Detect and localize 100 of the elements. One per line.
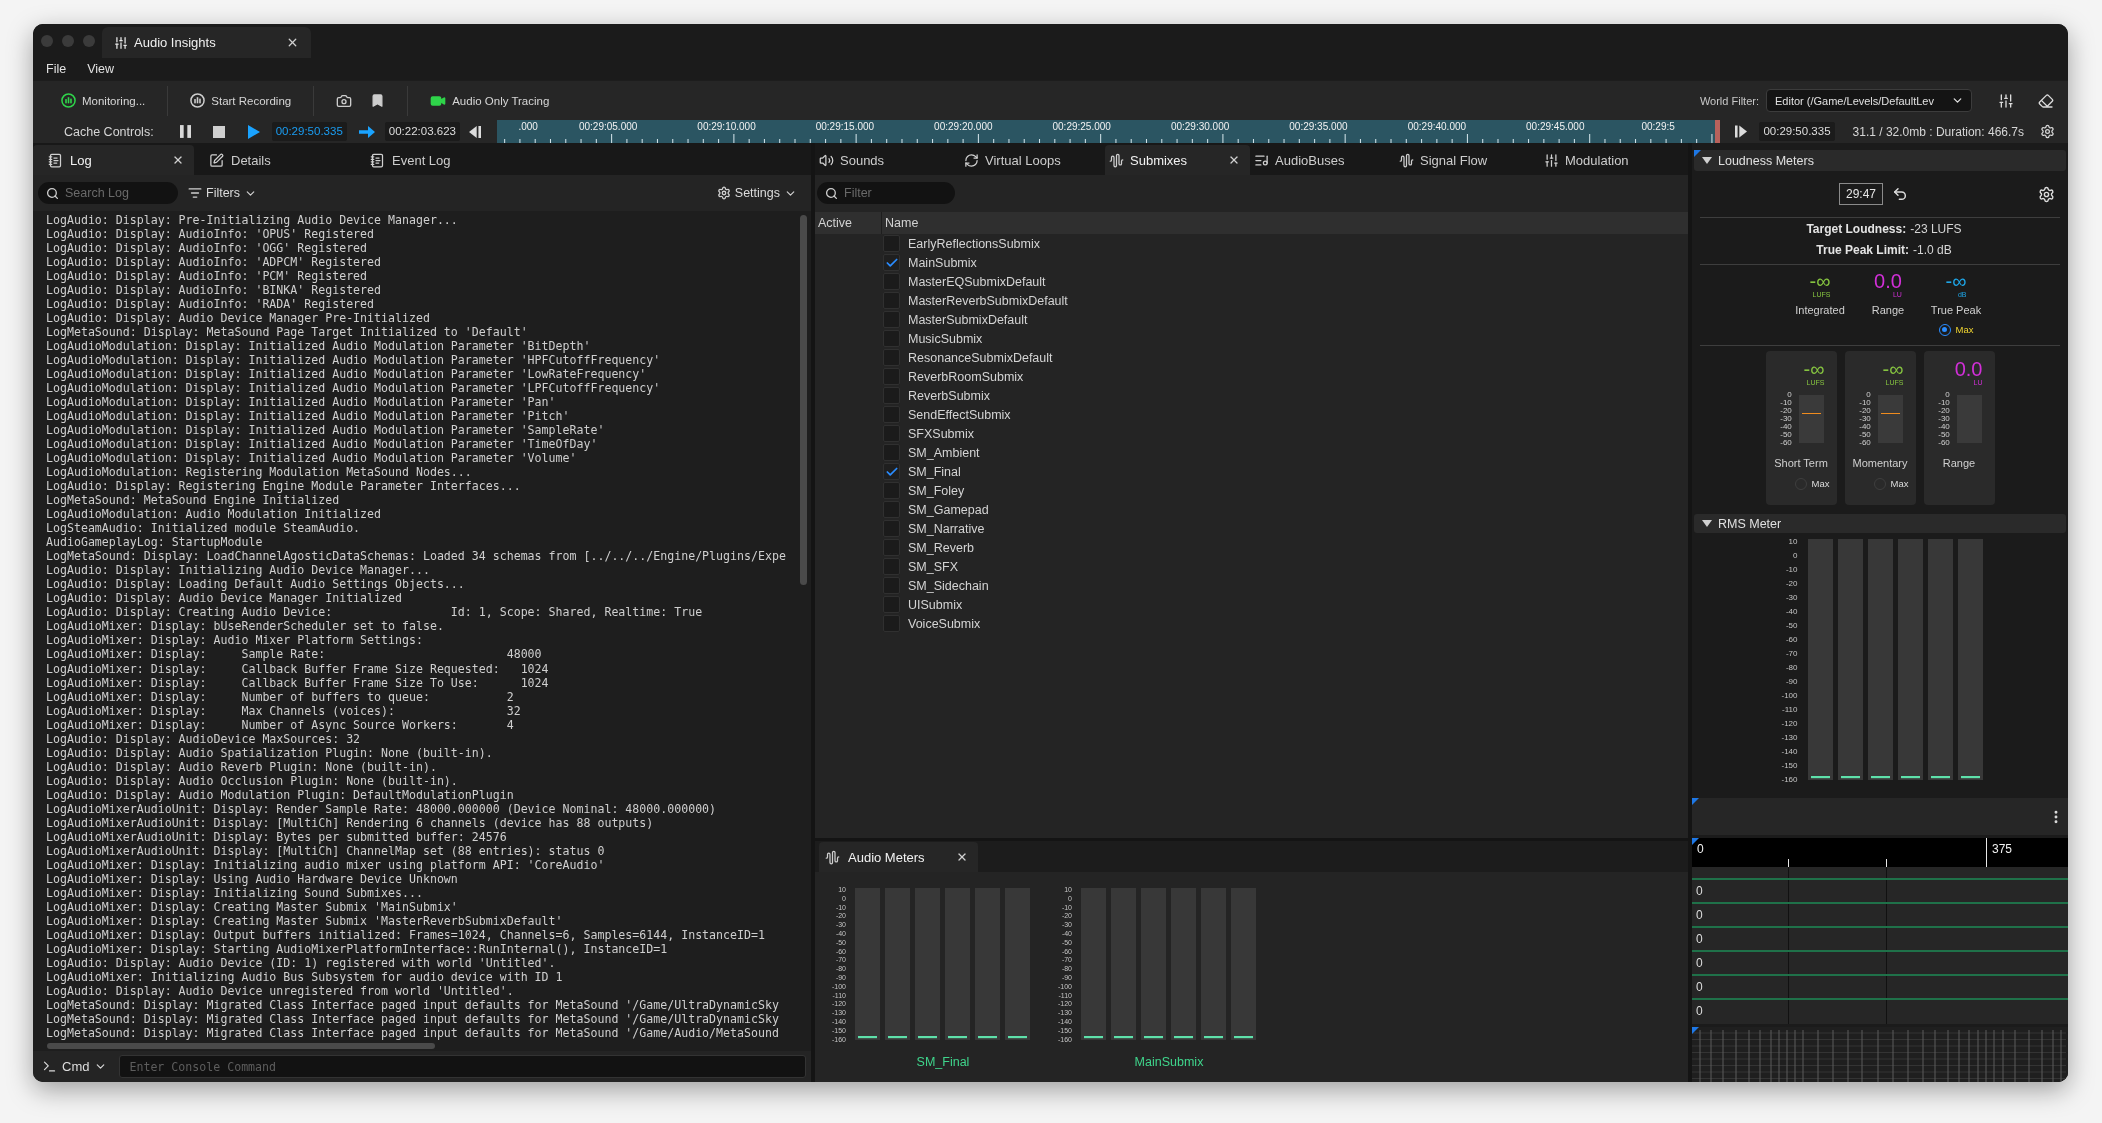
loudness-value: -∞ xyxy=(1809,270,1831,291)
log-line: LogAudio: Display: AudioInfo: 'ADPCM' Registered xyxy=(46,255,382,270)
search-field[interactable]: Search Log xyxy=(38,182,178,204)
settings-button[interactable]: Settings xyxy=(716,186,797,200)
record-button[interactable]: Start Recording xyxy=(190,93,292,108)
panel-tab[interactable]: Submixes xyxy=(1105,145,1250,175)
tracing-button[interactable]: Audio Only Tracing xyxy=(430,92,550,109)
panel-tab[interactable]: Audio Meters xyxy=(819,842,978,872)
scale-label: -50 xyxy=(1785,620,1798,632)
playlist-icon xyxy=(1254,152,1269,168)
column-header[interactable]: Active xyxy=(815,212,882,234)
panel-tab[interactable]: Virtual Loops xyxy=(960,145,1105,175)
close-icon[interactable] xyxy=(172,154,184,166)
log-line: LogMetaSound: Display: Migrated Class Interface paged input defaults for MetaSound '/Game/UltraDynamicSky xyxy=(46,997,779,1012)
notepad-icon xyxy=(48,152,63,168)
scale-label: -10 xyxy=(1780,399,1792,407)
scale-label: -50 xyxy=(1938,431,1950,439)
log-line: LogAudioModulation: Display: Initialized Audio Modulation Parameter 'Volume' xyxy=(46,451,577,466)
panel-tab[interactable]: Event Log xyxy=(355,145,516,175)
scrollbar[interactable] xyxy=(800,215,807,585)
sliders-icon[interactable] xyxy=(1998,92,2014,109)
time-label: 00:29:35.000 xyxy=(1289,121,1348,133)
step-forward-icon[interactable] xyxy=(1735,125,1748,138)
playhead-marker[interactable] xyxy=(1715,120,1721,143)
graph-value: 0 xyxy=(1696,956,1703,970)
close-icon[interactable] xyxy=(956,851,968,863)
world-filter-dropdown[interactable]: Editor (/Game/Levels/DefaultLev xyxy=(1766,89,1972,112)
settings-icon[interactable] xyxy=(2038,185,2055,203)
settings-icon xyxy=(716,186,731,200)
close-icon[interactable] xyxy=(1228,154,1240,166)
panel-tab[interactable]: Details xyxy=(194,145,355,175)
time-label: 00:29:20.000 xyxy=(934,121,993,133)
settings-icon[interactable] xyxy=(2040,124,2055,139)
panel-tab[interactable]: AudioBuses xyxy=(1250,145,1395,175)
panel-tab[interactable]: Modulation xyxy=(1540,145,1685,175)
step-back-icon[interactable] xyxy=(468,125,481,138)
log-line: LogAudio: Display: AudioInfo: 'OPUS' Registered xyxy=(46,227,375,242)
log-line: LogAudio: Display: AudioInfo: 'PCM' Registered xyxy=(46,269,368,284)
search-input[interactable]: Search Log xyxy=(65,184,170,202)
monitoring-button[interactable]: Monitoring... xyxy=(61,93,146,108)
peak-limit-value: -1.0 dB xyxy=(1913,242,1952,260)
caret-down-icon xyxy=(1702,157,1712,164)
log-line: LogAudioModulation: Registering Modulation MetaSound Nodes... xyxy=(46,465,472,480)
time-label: 00:29:30.000 xyxy=(1170,121,1230,133)
time-field[interactable]: 29:47 xyxy=(1839,183,1883,205)
section-header[interactable]: RMS Meter xyxy=(1694,514,2066,533)
submix-name: MusicSubmix xyxy=(908,331,983,346)
camera-icon[interactable] xyxy=(336,92,353,109)
scrollbar[interactable] xyxy=(47,1043,435,1049)
pause-icon[interactable] xyxy=(179,125,191,138)
menu-item[interactable]: View xyxy=(87,62,115,76)
log-line: LogAudio: Display: Loading Default Audio Settings Objects... xyxy=(46,577,465,592)
time-label: 00:29:05.000 xyxy=(578,121,638,133)
timeline-ruler[interactable]: .000 00:29:05.000 00:29:10.000 00:29:15.000 00:29:20.000 00:29:25.000 00:29:30.000 00:29:35.000 00:29:40.000 00:29:45.000 00:29:5 xyxy=(496,120,1716,143)
sliders-icon xyxy=(1544,152,1559,168)
submix-name: SFXSubmix xyxy=(908,426,974,441)
scale-label: -20 xyxy=(1785,578,1798,590)
log-line: LogAudio: Display: Audio Spatialization Plugin: None (built-in). xyxy=(46,745,493,760)
corner-marker-icon xyxy=(1694,150,1701,157)
log-line: LogAudioModulation: Display: Initialized Audio Modulation Parameter 'BitDepth' xyxy=(46,339,591,354)
close-icon[interactable] xyxy=(286,36,299,49)
submix-name: SM_Gamepad xyxy=(908,502,989,517)
cmd-button[interactable]: Cmd xyxy=(42,1059,108,1074)
panel-tab[interactable]: Sounds xyxy=(815,145,960,175)
scale-label: -30 xyxy=(1780,415,1792,423)
filter-input[interactable]: Filter xyxy=(844,184,947,202)
checkbox[interactable] xyxy=(883,463,900,480)
play-icon[interactable] xyxy=(247,124,260,139)
window-button[interactable] xyxy=(62,35,74,47)
menu-item[interactable]: File xyxy=(46,62,67,76)
log-line: LogAudio: Display: Registering Engine Module Parameter Interfaces... xyxy=(46,479,521,494)
scale-label: -70 xyxy=(1785,648,1798,660)
panel-tab[interactable]: Signal Flow xyxy=(1395,145,1540,175)
section-header[interactable]: Loudness Meters xyxy=(1694,150,2066,171)
log-line: LogAudioMixerAudioUnit: Display: Bytes per submitted buffer: 24576 xyxy=(46,829,507,844)
undo-icon[interactable] xyxy=(1892,186,1908,202)
scale-label: -80 xyxy=(1785,662,1798,674)
window-button[interactable] xyxy=(41,35,53,47)
time-label: 00:29:5 xyxy=(1641,121,1675,133)
scale-label: -50 xyxy=(1859,431,1871,439)
log-line: LogAudioModulation: Display: Initialized Audio Modulation Parameter 'LPFCutoffFrequency' xyxy=(46,381,661,396)
checkbox[interactable] xyxy=(883,254,900,271)
column-header[interactable]: Name xyxy=(882,212,1688,234)
filter-field[interactable]: Filter xyxy=(817,182,955,204)
loudness-value: -∞ xyxy=(1945,270,1967,291)
time-ruler[interactable]: 0 375 xyxy=(1692,838,2068,867)
bookmark-icon[interactable] xyxy=(370,93,386,108)
submix-name: MasterReverbSubmixDefault xyxy=(908,293,1068,308)
eraser-icon[interactable] xyxy=(2038,92,2054,109)
notepad-icon xyxy=(370,152,385,168)
log-line: LogAudioModulation: Display: Initialized Audio Modulation Parameter 'SampleRate' xyxy=(46,423,605,438)
console-input[interactable]: Enter Console Command xyxy=(119,1055,806,1078)
stop-icon[interactable] xyxy=(212,125,225,138)
filters-button[interactable]: Filters xyxy=(188,186,258,200)
scale-label: -30 xyxy=(1785,592,1798,604)
arrow-right-icon[interactable] xyxy=(358,125,375,138)
window-tab[interactable]: Audio Insights xyxy=(102,27,311,58)
window-button[interactable] xyxy=(83,35,95,47)
panel-tab[interactable]: Log xyxy=(33,145,194,175)
graph-value: 0 xyxy=(1696,1004,1703,1018)
